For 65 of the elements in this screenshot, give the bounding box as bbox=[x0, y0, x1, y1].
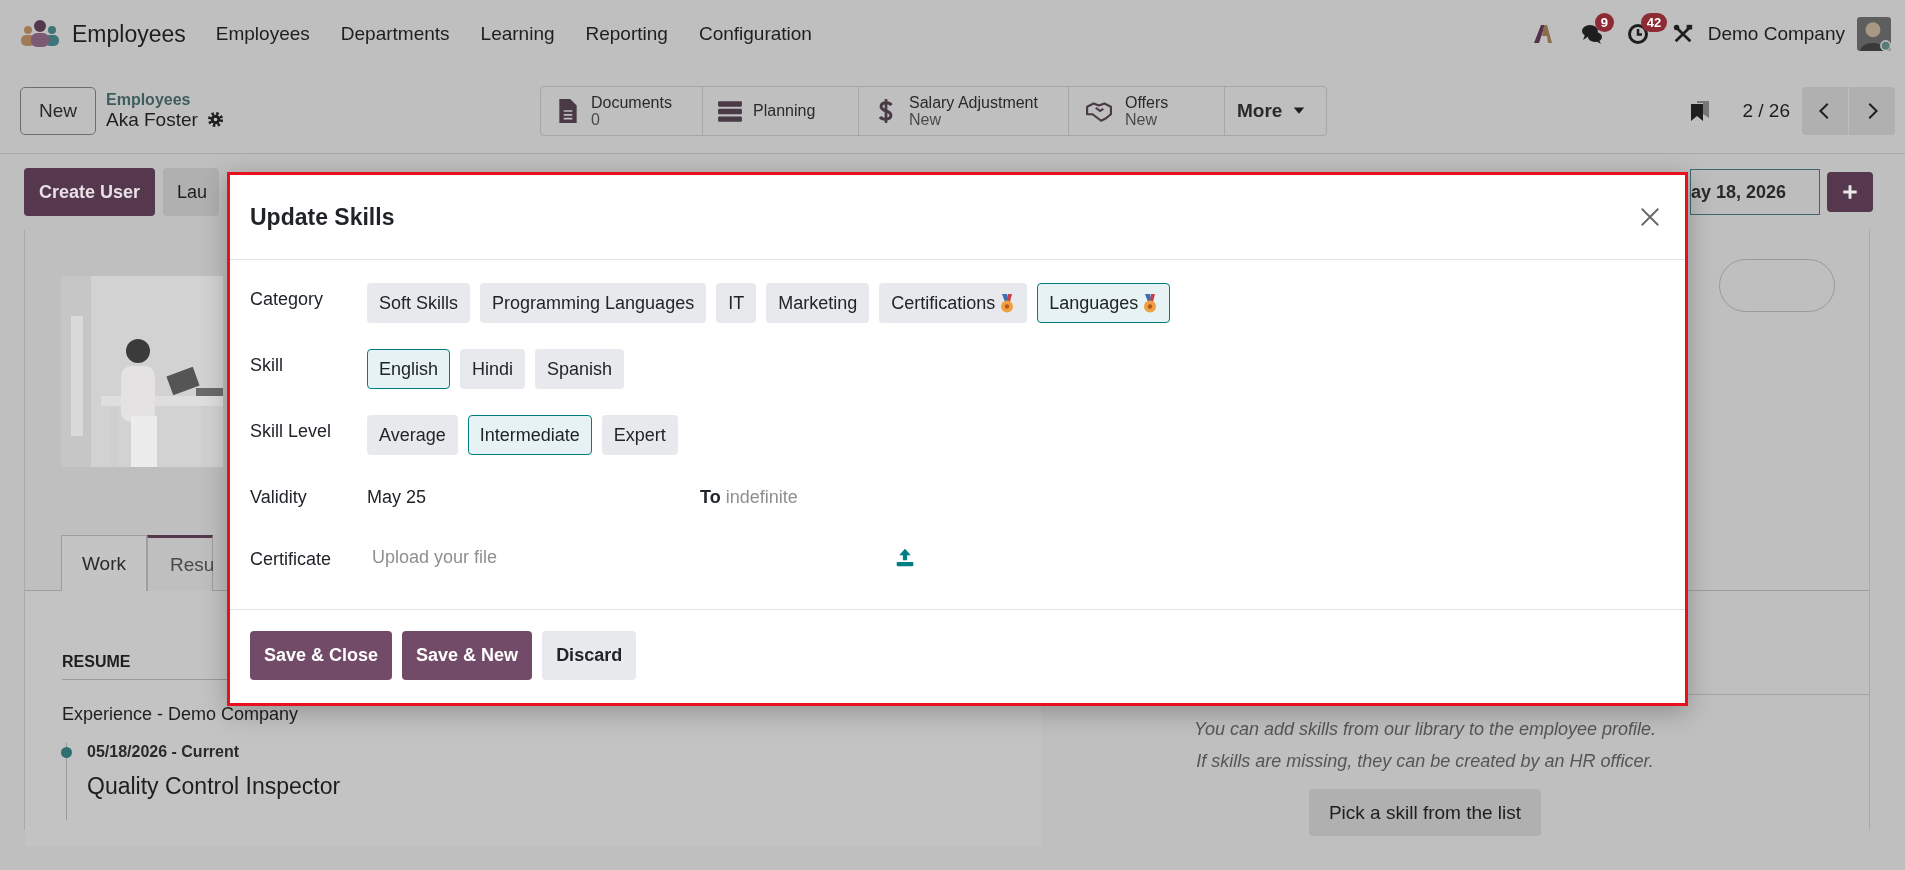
choice-chip[interactable]: Marketing bbox=[766, 283, 870, 323]
upload-icon[interactable] bbox=[895, 547, 915, 567]
choice-chip[interactable]: Certifications bbox=[879, 283, 1028, 323]
choice-chip[interactable]: English bbox=[367, 349, 451, 389]
plus-icon bbox=[1840, 182, 1860, 202]
smart-button[interactable]: Planning bbox=[703, 86, 859, 135]
menu-item[interactable]: Departments bbox=[340, 23, 450, 45]
breadcrumb-link[interactable]: Employees bbox=[106, 90, 225, 109]
field-label: Certificate bbox=[250, 548, 333, 571]
next-button[interactable] bbox=[1849, 86, 1895, 135]
date-field[interactable]: May 25 bbox=[367, 477, 647, 517]
pager-counter[interactable]: 2 / 26 bbox=[1742, 99, 1790, 122]
close-icon bbox=[1639, 206, 1661, 228]
menu-item[interactable]: Configuration bbox=[698, 23, 812, 45]
dialog-button[interactable]: Save & Close bbox=[250, 631, 393, 680]
file-field[interactable]: Upload your file bbox=[367, 537, 895, 577]
choice-chip[interactable]: Soft Skills bbox=[367, 283, 471, 323]
entry-dates: 05/18/2026 - Current bbox=[87, 743, 241, 761]
choice-chip[interactable]: Spanish bbox=[535, 349, 625, 389]
add-button[interactable] bbox=[1827, 172, 1873, 212]
smart-button[interactable]: Salary Adjustment New bbox=[859, 86, 1069, 135]
smart-button[interactable]: Documents 0 bbox=[541, 86, 703, 135]
choice-chip[interactable]: Hindi bbox=[460, 349, 526, 389]
avatar-icon[interactable] bbox=[1857, 17, 1891, 51]
menu-item[interactable]: Employees bbox=[215, 23, 310, 45]
choice-chip[interactable]: Programming Languages bbox=[480, 283, 707, 323]
app-logo-icon[interactable] bbox=[20, 18, 60, 50]
tools-icon[interactable] bbox=[1671, 23, 1694, 45]
field-label: To bbox=[700, 486, 721, 509]
settings-icon[interactable] bbox=[205, 110, 225, 129]
tab[interactable]: Work bbox=[61, 535, 147, 591]
record-title: Aka Foster bbox=[106, 108, 198, 131]
dialog-button[interactable]: Save & New bbox=[402, 631, 533, 680]
entry-title: Quality Control Inspector bbox=[87, 773, 342, 801]
count-badge: 9 bbox=[1594, 13, 1614, 32]
company-name[interactable]: Demo Company bbox=[1707, 23, 1845, 45]
menu-item[interactable]: Reporting bbox=[585, 23, 668, 45]
menu-item[interactable]: Learning bbox=[480, 23, 555, 45]
choice-chip[interactable]: IT bbox=[716, 283, 757, 323]
resume-group-title: Experience - Demo Company bbox=[62, 704, 300, 725]
pick-skill-button[interactable]: Pick a skill from the list bbox=[1308, 789, 1542, 836]
app-name[interactable]: Employees bbox=[72, 20, 186, 48]
end-date-field[interactable]: indefinite bbox=[725, 477, 958, 517]
count-badge: 42 bbox=[1640, 13, 1668, 32]
more-button[interactable]: More bbox=[1225, 86, 1326, 135]
help-text: If skills are missing, they can be created by an HR officer. bbox=[1196, 750, 1654, 773]
choice-chip[interactable]: Expert bbox=[601, 415, 678, 455]
choice-chip[interactable]: Intermediate bbox=[467, 415, 592, 455]
choice-chip[interactable]: Average bbox=[367, 415, 458, 455]
dialog-button[interactable]: Discard bbox=[542, 631, 637, 680]
field-label: Validity bbox=[250, 486, 308, 509]
field-label: Category bbox=[250, 288, 325, 311]
field-label: Skill Level bbox=[250, 420, 333, 443]
choice-chip[interactable]: Languages bbox=[1037, 283, 1171, 323]
dialog-title: Update Skills bbox=[250, 203, 396, 231]
action-button[interactable]: Create User bbox=[24, 168, 156, 216]
smart-button[interactable]: Offers New bbox=[1069, 86, 1225, 135]
help-text: You can add skills from our library to the employee profile. bbox=[1193, 718, 1657, 741]
previous-button[interactable] bbox=[1802, 86, 1848, 135]
new-button[interactable]: New bbox=[20, 86, 96, 135]
action-button[interactable]: Lau bbox=[163, 168, 220, 216]
timeline-dot-icon bbox=[61, 747, 72, 758]
field-label: Skill bbox=[250, 354, 284, 377]
date-field[interactable]: ay 18, 2026 bbox=[1690, 169, 1820, 215]
tab[interactable]: Resu bbox=[147, 535, 213, 591]
